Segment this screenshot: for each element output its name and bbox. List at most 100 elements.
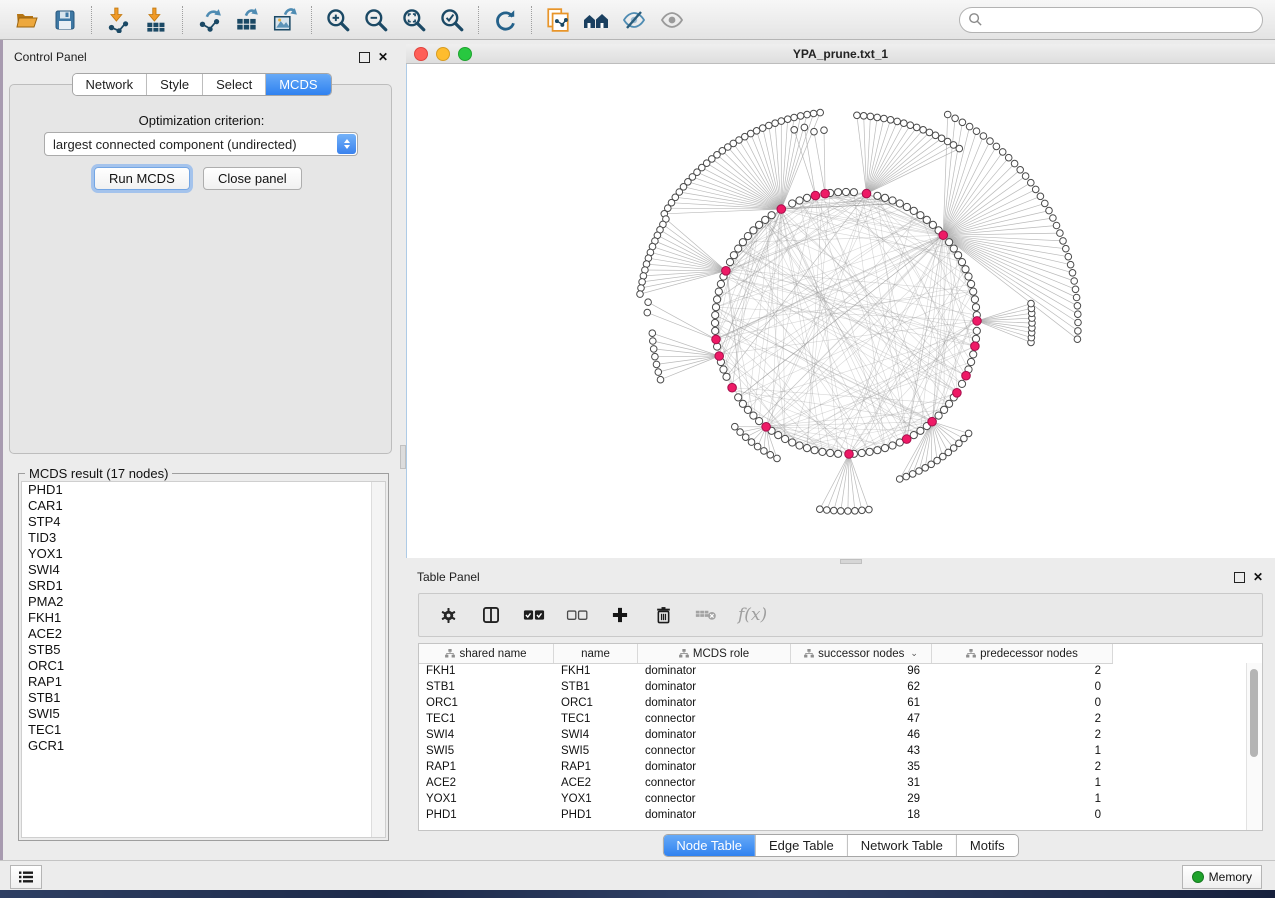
column-header-shared-name[interactable]: shared name — [419, 644, 554, 663]
network-graph[interactable] — [407, 64, 1275, 558]
table-row[interactable]: ORC1ORC1dominator610 — [419, 695, 1247, 711]
cell-predecessor-nodes[interactable]: 2 — [932, 711, 1113, 727]
save-session-button[interactable] — [46, 3, 84, 37]
criterion-dropdown[interactable]: largest connected component (undirected) — [44, 132, 358, 156]
cell-successor-nodes[interactable]: 46 — [791, 727, 932, 743]
cell-predecessor-nodes[interactable]: 1 — [932, 775, 1113, 791]
refresh-button[interactable] — [486, 3, 524, 37]
cell-mcds-role[interactable]: dominator — [638, 807, 791, 823]
table-row[interactable]: YOX1YOX1connector291 — [419, 791, 1247, 807]
horizontal-splitter[interactable] — [406, 558, 1275, 565]
duplicate-network-button[interactable] — [539, 3, 577, 37]
cell-predecessor-nodes[interactable]: 1 — [932, 743, 1113, 759]
tab-mcds[interactable]: MCDS — [265, 74, 330, 95]
cell-name[interactable]: ORC1 — [554, 695, 638, 711]
cell-successor-nodes[interactable]: 31 — [791, 775, 932, 791]
cell-successor-nodes[interactable]: 18 — [791, 807, 932, 823]
cell-name[interactable]: RAP1 — [554, 759, 638, 775]
mcds-result-item[interactable]: PHD1 — [22, 482, 385, 498]
cell-mcds-role[interactable]: connector — [638, 775, 791, 791]
cell-mcds-role[interactable]: dominator — [638, 663, 791, 679]
delete-column-button[interactable] — [652, 604, 674, 626]
table-settings-button[interactable] — [437, 604, 459, 626]
cell-name[interactable]: STB1 — [554, 679, 638, 695]
float-panel-icon[interactable] — [359, 52, 370, 63]
scrollbar-thumb[interactable] — [1250, 669, 1258, 757]
search-input[interactable] — [983, 12, 1254, 28]
tab-network[interactable]: Network — [72, 74, 146, 95]
cell-name[interactable]: SWI4 — [554, 727, 638, 743]
cell-predecessor-nodes[interactable]: 1 — [932, 791, 1113, 807]
sort-descending-icon[interactable]: ⌄ — [910, 648, 918, 659]
mcds-result-item[interactable]: STB5 — [22, 642, 385, 658]
tab-network-table[interactable]: Network Table — [847, 835, 956, 856]
cell-shared-name[interactable]: STB1 — [419, 679, 554, 695]
mcds-result-item[interactable]: TEC1 — [22, 722, 385, 738]
cell-successor-nodes[interactable]: 43 — [791, 743, 932, 759]
houses-button[interactable] — [577, 3, 615, 37]
column-header-predecessor-nodes[interactable]: predecessor nodes — [932, 644, 1113, 663]
cell-shared-name[interactable]: SWI5 — [419, 743, 554, 759]
table-row[interactable]: ACE2ACE2connector311 — [419, 775, 1247, 791]
tab-motifs[interactable]: Motifs — [956, 835, 1018, 856]
close-panel-icon[interactable]: ✕ — [1253, 573, 1263, 582]
cell-name[interactable]: ACE2 — [554, 775, 638, 791]
run-mcds-button[interactable]: Run MCDS — [94, 167, 190, 190]
cell-shared-name[interactable]: TEC1 — [419, 711, 554, 727]
network-titlebar[interactable]: YPA_prune.txt_1 — [406, 44, 1275, 64]
mcds-result-item[interactable]: SWI5 — [22, 706, 385, 722]
mcds-result-item[interactable]: ORC1 — [22, 658, 385, 674]
cell-mcds-role[interactable]: connector — [638, 711, 791, 727]
import-table-button[interactable] — [137, 3, 175, 37]
column-header-name[interactable]: name — [554, 644, 638, 663]
mcds-result-item[interactable]: RAP1 — [22, 674, 385, 690]
cell-successor-nodes[interactable]: 35 — [791, 759, 932, 775]
column-header-mcds-role[interactable]: MCDS role — [638, 644, 791, 663]
cell-predecessor-nodes[interactable]: 2 — [932, 727, 1113, 743]
cell-name[interactable]: SWI5 — [554, 743, 638, 759]
cell-successor-nodes[interactable]: 61 — [791, 695, 932, 711]
table-row[interactable]: PHD1PHD1dominator180 — [419, 807, 1247, 823]
tab-select[interactable]: Select — [202, 74, 265, 95]
cell-mcds-role[interactable]: dominator — [638, 759, 791, 775]
mcds-result-item[interactable]: TID3 — [22, 530, 385, 546]
cell-shared-name[interactable]: PHD1 — [419, 807, 554, 823]
cell-name[interactable]: FKH1 — [554, 663, 638, 679]
cell-name[interactable]: TEC1 — [554, 711, 638, 727]
mcds-result-item[interactable]: YOX1 — [22, 546, 385, 562]
cell-shared-name[interactable]: ORC1 — [419, 695, 554, 711]
cell-predecessor-nodes[interactable]: 2 — [932, 663, 1113, 679]
tab-edge-table[interactable]: Edge Table — [755, 835, 847, 856]
zoom-out-button[interactable] — [357, 3, 395, 37]
mcds-result-item[interactable]: STP4 — [22, 514, 385, 530]
table-scrollbar[interactable] — [1246, 663, 1262, 830]
cell-successor-nodes[interactable]: 96 — [791, 663, 932, 679]
table-row[interactable]: TEC1TEC1connector472 — [419, 711, 1247, 727]
create-column-button[interactable] — [609, 604, 631, 626]
export-image-button[interactable] — [266, 3, 304, 37]
cell-mcds-role[interactable]: dominator — [638, 679, 791, 695]
show-column-panel-button[interactable] — [480, 604, 502, 626]
cell-shared-name[interactable]: YOX1 — [419, 791, 554, 807]
table-row[interactable]: SWI5SWI5connector431 — [419, 743, 1247, 759]
cell-name[interactable]: YOX1 — [554, 791, 638, 807]
cell-mcds-role[interactable]: connector — [638, 743, 791, 759]
tab-node-table[interactable]: Node Table — [663, 835, 755, 856]
mcds-result-item[interactable]: PMA2 — [22, 594, 385, 610]
table-row[interactable]: FKH1FKH1dominator962 — [419, 663, 1247, 679]
table-row[interactable]: STB1STB1dominator620 — [419, 679, 1247, 695]
mcds-result-item[interactable]: CAR1 — [22, 498, 385, 514]
open-session-button[interactable] — [8, 3, 46, 37]
close-panel-button[interactable]: Close panel — [203, 167, 302, 190]
splitter-grip[interactable] — [840, 559, 862, 564]
close-panel-icon[interactable]: ✕ — [378, 53, 388, 62]
mcds-result-item[interactable]: STB1 — [22, 690, 385, 706]
cell-successor-nodes[interactable]: 62 — [791, 679, 932, 695]
table-row[interactable]: RAP1RAP1dominator352 — [419, 759, 1247, 775]
select-all-button[interactable] — [523, 604, 545, 626]
mcds-result-item[interactable]: ACE2 — [22, 626, 385, 642]
mcds-result-item[interactable]: FKH1 — [22, 610, 385, 626]
cell-shared-name[interactable]: ACE2 — [419, 775, 554, 791]
zoom-selected-button[interactable] — [433, 3, 471, 37]
cell-successor-nodes[interactable]: 47 — [791, 711, 932, 727]
